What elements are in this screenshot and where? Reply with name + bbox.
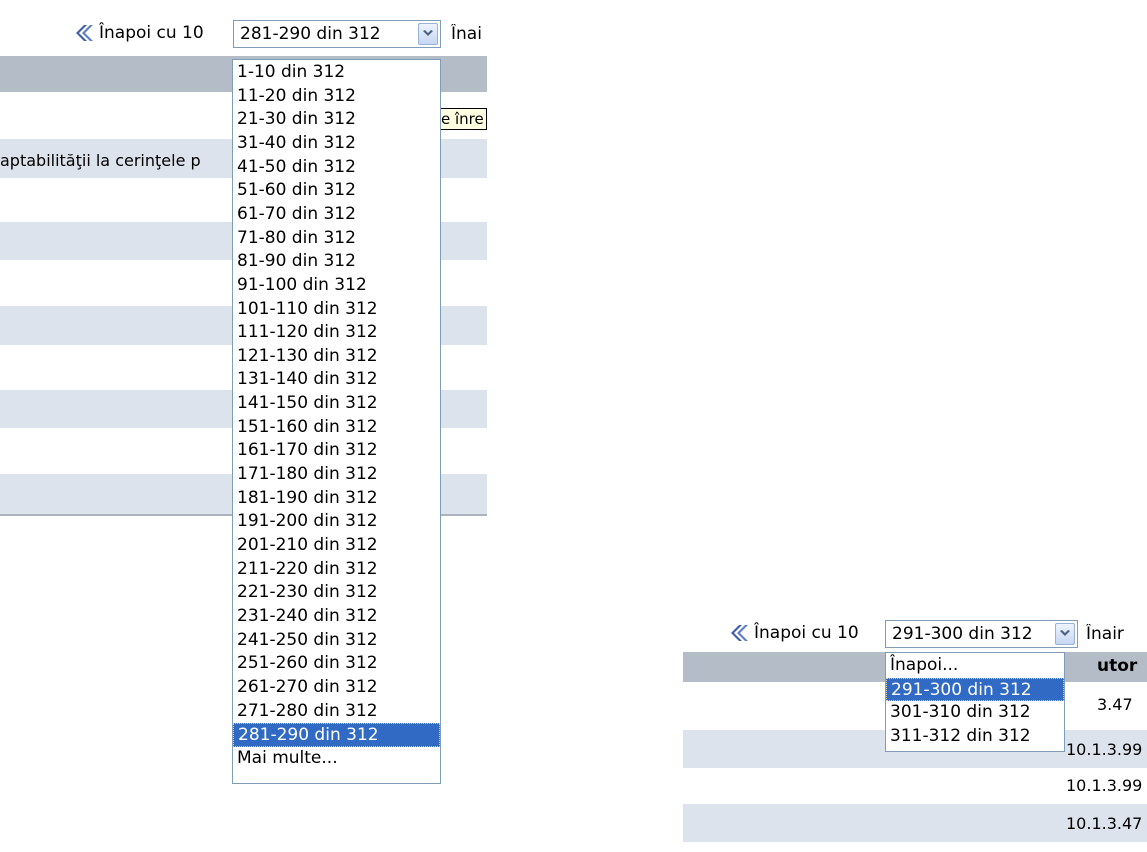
dropdown-option[interactable]: 211-220 din 312 xyxy=(233,558,440,582)
dropdown-option[interactable]: 21-30 din 312 xyxy=(233,108,440,132)
dropdown-option[interactable]: 271-280 din 312 xyxy=(233,700,440,724)
page-range-value: 281-290 din 312 xyxy=(240,24,381,44)
dropdown-option[interactable]: 231-240 din 312 xyxy=(233,605,440,629)
dropdown-option[interactable]: 261-270 din 312 xyxy=(233,676,440,700)
next-10-link[interactable]: Înai xyxy=(451,24,487,44)
page-range-dropdown-list: 1-10 din 312 11-20 din 312 21-30 din 312 31… xyxy=(232,59,441,784)
page-range-select[interactable]: 291-300 din 312 xyxy=(885,620,1078,648)
back-10-label: Înapoi cu 10 xyxy=(99,23,204,43)
tooltip: e înre xyxy=(438,108,487,130)
dropdown-option[interactable]: 131-140 din 312 xyxy=(233,368,440,392)
table-cell: 3.47 xyxy=(1097,695,1133,714)
dropdown-option[interactable]: 191-200 din 312 xyxy=(233,510,440,534)
dropdown-option[interactable]: 171-180 din 312 xyxy=(233,463,440,487)
pagination-nav: Înapoi cu 10 xyxy=(727,622,859,644)
double-chevron-left-icon xyxy=(727,622,749,644)
dropdown-option[interactable]: 81-90 din 312 xyxy=(233,250,440,274)
back-10-link[interactable]: Înapoi cu 10 xyxy=(727,622,859,644)
dropdown-option[interactable]: 11-20 din 312 xyxy=(233,85,440,109)
dropdown-option[interactable]: 221-230 din 312 xyxy=(233,581,440,605)
pagination-nav: Înapoi cu 10 xyxy=(72,22,204,44)
dropdown-option[interactable]: 91-100 din 312 xyxy=(233,274,440,298)
dropdown-option[interactable]: 141-150 din 312 xyxy=(233,392,440,416)
dropdown-option[interactable]: 31-40 din 312 xyxy=(233,132,440,156)
dropdown-option[interactable]: Mai multe... xyxy=(233,747,440,771)
row-text: aptabilităţii la cerinţele p xyxy=(0,151,201,170)
dropdown-option-selected[interactable]: 281-290 din 312 xyxy=(233,723,440,747)
dropdown-option[interactable]: 61-70 din 312 xyxy=(233,203,440,227)
table-cell: 10.1.3.99 xyxy=(1066,740,1143,759)
dropdown-option-selected[interactable]: 291-300 din 312 xyxy=(886,677,1064,702)
chevron-down-icon[interactable] xyxy=(418,23,438,45)
page-range-dropdown-list: Înapoi... 291-300 din 312 301-310 din 312 3… xyxy=(885,652,1065,752)
dropdown-option[interactable]: 111-120 din 312 xyxy=(233,321,440,345)
dropdown-option[interactable]: Înapoi... xyxy=(886,654,1064,678)
dropdown-option[interactable]: 311-312 din 312 xyxy=(886,725,1064,749)
column-header-text: utor xyxy=(1097,656,1138,676)
dropdown-option[interactable]: 251-260 din 312 xyxy=(233,652,440,676)
dropdown-option[interactable]: 161-170 din 312 xyxy=(233,439,440,463)
next-10-link[interactable]: Înair xyxy=(1086,624,1147,644)
dropdown-option[interactable]: 151-160 din 312 xyxy=(233,416,440,440)
dropdown-option[interactable]: 41-50 din 312 xyxy=(233,156,440,180)
page-range-value: 291-300 din 312 xyxy=(892,624,1033,644)
dropdown-option[interactable]: 121-130 din 312 xyxy=(233,345,440,369)
right-panel: utor 3.47 10.1.3.99 10.1.3.99 10.1.3.47 … xyxy=(683,600,1147,852)
dropdown-option[interactable]: 181-190 din 312 xyxy=(233,487,440,511)
left-panel: aptabilităţii la cerinţele p Înapoi cu 1… xyxy=(0,0,487,852)
dropdown-option[interactable]: 301-310 din 312 xyxy=(886,701,1064,725)
dropdown-option[interactable]: 51-60 din 312 xyxy=(233,179,440,203)
double-chevron-left-icon xyxy=(72,22,94,44)
dropdown-option[interactable]: 101-110 din 312 xyxy=(233,298,440,322)
table-cell: 10.1.3.99 xyxy=(1066,776,1143,795)
dropdown-option[interactable]: 71-80 din 312 xyxy=(233,227,440,251)
dropdown-option[interactable]: 201-210 din 312 xyxy=(233,534,440,558)
back-10-link[interactable]: Înapoi cu 10 xyxy=(72,22,204,44)
back-10-label: Înapoi cu 10 xyxy=(754,623,859,643)
page-range-select[interactable]: 281-290 din 312 xyxy=(233,20,441,48)
dropdown-option[interactable]: 241-250 din 312 xyxy=(233,629,440,653)
table-cell: 10.1.3.47 xyxy=(1066,814,1143,833)
chevron-down-icon[interactable] xyxy=(1055,623,1075,645)
dropdown-option[interactable]: 1-10 din 312 xyxy=(233,61,440,85)
